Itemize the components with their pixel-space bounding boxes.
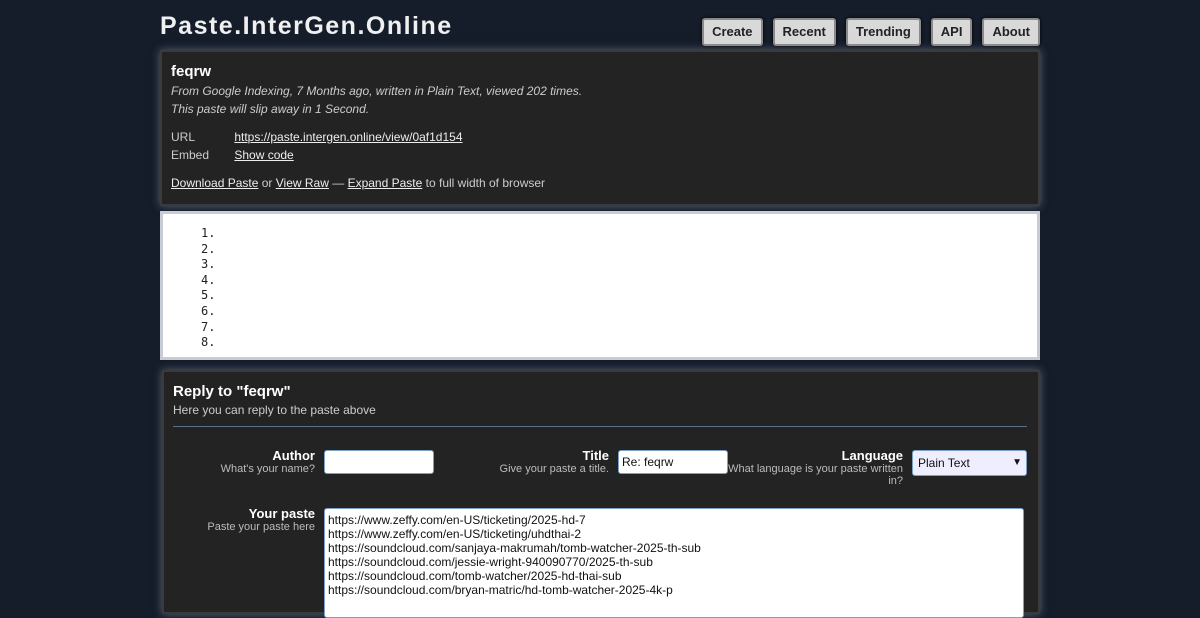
chevron-down-icon: ▼ [1012,457,1022,468]
nav-about-button[interactable]: About [982,18,1040,46]
paste-text-line: https://soundcloud.com/tomb-watcher/2025… [328,569,622,583]
paste-meta: From Google Indexing, 7 Months ago, writ… [171,84,583,98]
site-title[interactable]: Paste.InterGen.Online [160,12,453,41]
code-line: 3. [201,257,216,272]
code-line: 2. [201,241,216,256]
paste-actions: Download Paste or View Raw — Expand Past… [171,176,545,190]
paste-text-line: https://soundcloud.com/sanjaya-makrumah/… [328,541,701,555]
language-hint: What language is your paste written in? [728,463,903,487]
reply-subtitle: Here you can reply to the paste above [173,403,376,417]
author-label-group: Author What's your name? [173,448,315,475]
code-view[interactable]: 1. 2. 3. 4. 5. 6. 7. 8. [160,211,1040,360]
embed-label: Embed [171,148,210,162]
paste-hint: Paste your paste here [207,521,315,533]
code-line: 8. [201,335,216,350]
code-line: 5. [201,288,216,303]
main-nav: Create Recent Trending API About [702,18,1040,46]
expand-suffix-text: to full width of browser [425,176,546,190]
paste-text-line: https://soundcloud.com/bryan-matric/hd-t… [328,583,673,597]
url-label: URL [171,130,196,144]
author-input[interactable] [324,450,434,474]
paste-text-line: https://soundcloud.com/jessie-wright-940… [328,555,653,569]
url-row: URL https://paste.intergen.online/view/0… [171,130,463,144]
nav-api-button[interactable]: API [930,18,973,46]
site-header: Paste.InterGen.Online Create Recent Tren… [160,10,1040,46]
reply-panel: Reply to "feqrw" Here you can reply to t… [162,370,1040,618]
download-paste-link[interactable]: Download Paste [171,176,258,190]
or-text: or [261,176,273,190]
code-lines: 1. 2. 3. 4. 5. 6. 7. 8. [163,214,1037,351]
title-hint: Give your paste a title. [499,463,609,475]
code-line: 7. [201,319,216,334]
language-select[interactable]: Plain Text ▼ [912,450,1027,476]
paste-label-group: Your paste Paste your paste here [173,506,315,533]
dash-text: — [332,176,345,190]
paste-text-line: https://www.zeffy.com/en-US/ticketing/20… [328,513,586,527]
code-line: 4. [201,272,216,287]
divider [173,426,1027,427]
code-line: 6. [201,303,216,318]
expand-paste-link[interactable]: Expand Paste [348,176,423,190]
language-label: Language [841,448,903,463]
title-label: Title [582,448,610,463]
paste-url-link[interactable]: https://paste.intergen.online/view/0af1d… [234,130,462,144]
author-label: Author [272,448,315,463]
code-line: 1. [201,226,216,240]
nav-recent-button[interactable]: Recent [772,18,836,46]
title-label-group: Title Give your paste a title. [464,448,609,475]
author-hint: What's your name? [220,463,315,475]
embed-row: Embed Show code [171,148,294,162]
paste-info-panel: feqrw From Google Indexing, 7 Months ago… [160,50,1040,206]
paste-textarea[interactable]: https://www.zeffy.com/en-US/ticketing/20… [324,508,1024,618]
paste-title: feqrw [171,63,212,80]
language-select-value: Plain Text [918,456,970,470]
show-code-link[interactable]: Show code [234,148,293,162]
reply-title: Reply to "feqrw" [173,383,291,400]
nav-trending-button[interactable]: Trending [845,18,921,46]
paste-text-line: https://www.zeffy.com/en-US/ticketing/uh… [328,527,582,541]
paste-expiry: This paste will slip away in 1 Second. [171,102,370,116]
paste-label: Your paste [248,506,315,521]
title-input[interactable] [618,450,728,474]
view-raw-link[interactable]: View Raw [276,176,329,190]
language-label-group: Language What language is your paste wri… [724,448,903,487]
nav-create-button[interactable]: Create [702,18,763,46]
